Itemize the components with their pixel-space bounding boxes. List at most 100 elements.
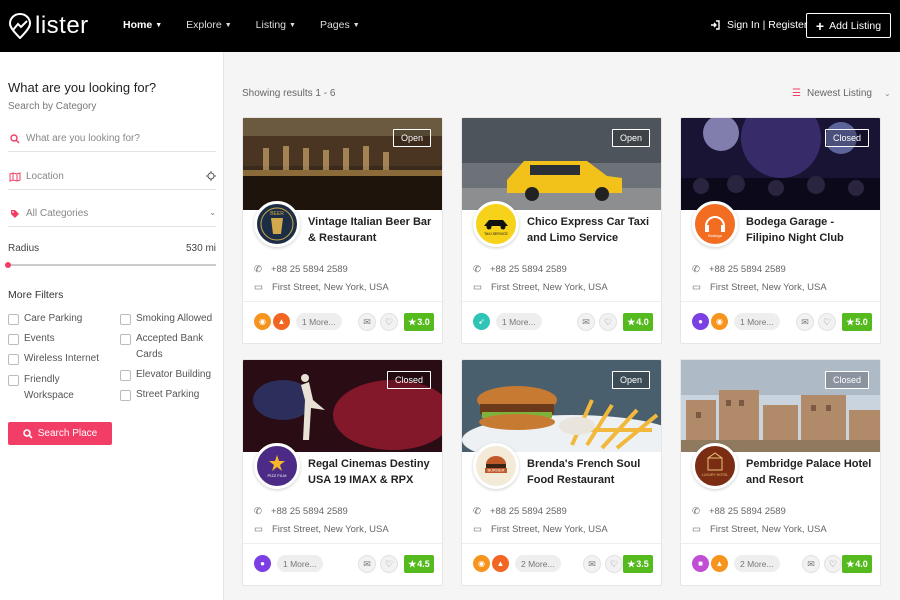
- rating-value: 4.5: [417, 559, 430, 569]
- more-categories-pill[interactable]: 2 More...: [734, 555, 780, 572]
- nav-label: Home: [123, 19, 153, 31]
- more-categories-pill[interactable]: 1 More...: [296, 313, 342, 330]
- phone-text: +88 25 5894 2589: [270, 506, 348, 517]
- listing-card[interactable]: Open BEER Vintage Italian Beer Bar & Res…: [242, 117, 443, 344]
- nav-pages[interactable]: Pages ▼: [320, 19, 360, 31]
- address-text: First Street, New York, USA: [709, 524, 827, 535]
- business-logo: PIZZ FILM: [254, 443, 300, 489]
- checkbox-box[interactable]: [8, 334, 19, 345]
- listing-title[interactable]: Brenda's French Soul Food Restaurant: [527, 456, 657, 488]
- star-icon: ★: [846, 316, 855, 327]
- phone-icon: ✆: [473, 264, 481, 275]
- add-listing-button[interactable]: + Add Listing: [806, 13, 891, 38]
- category-select[interactable]: All Categories ⌄: [8, 201, 216, 227]
- location-input[interactable]: Location: [8, 164, 216, 190]
- thumb-icon[interactable]: ▲: [273, 313, 290, 330]
- listing-title[interactable]: Pembridge Palace Hotel and Resort: [746, 456, 876, 488]
- listing-address: ▭ First Street, New York, USA: [692, 524, 827, 535]
- filter-checkbox[interactable]: Events: [8, 331, 113, 347]
- status-badge: Open: [392, 129, 431, 147]
- card-footer: ■ ▲ 2 More... ✉ ♡ ★ 4.0: [692, 555, 872, 573]
- thumb-icon[interactable]: ▲: [492, 555, 509, 572]
- listing-card[interactable]: Closed Bodega Bodega Garage - Filipino N…: [680, 117, 881, 344]
- slider-handle[interactable]: [5, 262, 11, 268]
- mic-icon[interactable]: ●: [254, 555, 271, 572]
- listing-card[interactable]: Closed LUXURY HOTEL Pembridge Palace Hot…: [680, 359, 881, 586]
- mic-icon[interactable]: ●: [692, 313, 709, 330]
- checkbox-box[interactable]: [120, 390, 131, 401]
- listing-address: ▭ First Street, New York, USA: [473, 524, 608, 535]
- search-place-button[interactable]: Search Place: [8, 422, 112, 445]
- rating-value: 3.0: [417, 317, 430, 327]
- listing-title[interactable]: Chico Express Car Taxi and Limo Service: [527, 214, 657, 246]
- filter-checkbox[interactable]: Friendly Workspace: [8, 372, 93, 404]
- logo-text: BEER: [270, 211, 284, 217]
- mail-icon[interactable]: ✉: [583, 555, 601, 573]
- business-logo: TAXI SERVICE: [473, 201, 519, 247]
- listing-card[interactable]: Open TAXI SERVICE Chico Express Car Taxi…: [461, 117, 662, 344]
- radius-slider[interactable]: [5, 262, 216, 268]
- heart-icon[interactable]: ♡: [380, 313, 398, 331]
- listing-title[interactable]: Vintage Italian Beer Bar & Restaurant: [308, 214, 438, 246]
- signin-label: Sign In | Register: [727, 19, 808, 31]
- mail-icon[interactable]: ✉: [358, 555, 376, 573]
- filter-sidebar: What are you looking for? Search by Cate…: [0, 52, 224, 600]
- phone-text: +88 25 5894 2589: [708, 506, 786, 517]
- cup-icon[interactable]: ◉: [254, 313, 271, 330]
- checkbox-box[interactable]: [8, 375, 19, 386]
- card-divider: [243, 543, 442, 544]
- heart-icon[interactable]: ♡: [380, 555, 398, 573]
- tag-icon: [8, 209, 22, 219]
- filter-checkbox[interactable]: Care Parking: [8, 311, 113, 327]
- crosshair-icon[interactable]: [206, 171, 216, 184]
- mail-icon[interactable]: ✉: [802, 555, 820, 573]
- nav-home[interactable]: Home ▼: [123, 19, 162, 31]
- listing-card[interactable]: Closed PIZZ FILM Regal Cinemas Destiny U…: [242, 359, 443, 586]
- listing-card[interactable]: Open BURGER Brenda's French Soul Food Re…: [461, 359, 662, 586]
- card-divider: [462, 543, 661, 544]
- listing-address: ▭ First Street, New York, USA: [692, 282, 827, 293]
- mail-icon[interactable]: ✉: [358, 313, 376, 331]
- heart-icon[interactable]: ♡: [818, 313, 836, 331]
- more-categories-pill[interactable]: 1 More...: [277, 555, 323, 572]
- filter-checkbox[interactable]: Elevator Building: [120, 367, 220, 383]
- more-filters-heading: More Filters: [8, 289, 64, 301]
- checkbox-box[interactable]: [120, 314, 131, 325]
- chevron-down-icon: ▼: [352, 21, 360, 29]
- sort-dropdown[interactable]: ☰ Newest Listing ⌄: [792, 88, 891, 99]
- more-categories-pill[interactable]: 2 More...: [515, 555, 561, 572]
- signin-link[interactable]: Sign In | Register: [710, 19, 807, 31]
- nav-explore[interactable]: Explore ▼: [186, 19, 232, 31]
- rating-value: 3.5: [636, 559, 649, 569]
- search-input[interactable]: What are you looking for?: [8, 126, 216, 152]
- heart-icon[interactable]: ♡: [599, 313, 617, 331]
- mail-icon[interactable]: ✉: [577, 313, 595, 331]
- filter-checkbox[interactable]: Accepted Bank Cards: [120, 331, 205, 363]
- filter-checkbox[interactable]: Street Parking: [120, 387, 220, 403]
- filter-checkbox[interactable]: Smoking Allowed: [120, 311, 220, 327]
- heart-icon[interactable]: ♡: [605, 555, 623, 573]
- checkbox-box[interactable]: [8, 354, 19, 365]
- rocket-icon[interactable]: ➹: [473, 313, 490, 330]
- card-divider: [681, 543, 880, 544]
- listing-title[interactable]: Regal Cinemas Destiny USA 19 IMAX & RPX: [308, 456, 438, 488]
- filter-checkbox[interactable]: Wireless Internet: [8, 351, 113, 367]
- heart-icon[interactable]: ♡: [824, 555, 842, 573]
- cup-icon[interactable]: ◉: [711, 313, 728, 330]
- rating-badge: ★ 4.0: [623, 313, 653, 331]
- more-categories-pill[interactable]: 1 More...: [496, 313, 542, 330]
- checkbox-box[interactable]: [120, 334, 131, 345]
- thumb-icon[interactable]: ▲: [711, 555, 728, 572]
- site-logo[interactable]: lister: [8, 12, 89, 40]
- address-text: First Street, New York, USA: [709, 282, 827, 293]
- checkbox-box[interactable]: [120, 370, 131, 381]
- listing-title[interactable]: Bodega Garage - Filipino Night Club: [746, 214, 876, 246]
- more-categories-pill[interactable]: 1 More...: [734, 313, 780, 330]
- car-icon[interactable]: ■: [692, 555, 709, 572]
- nav-listing[interactable]: Listing ▼: [256, 19, 296, 31]
- cup-icon[interactable]: ◉: [473, 555, 490, 572]
- listing-phone: ✆ +88 25 5894 2589: [473, 264, 567, 275]
- mail-icon[interactable]: ✉: [796, 313, 814, 331]
- listing-phone: ✆ +88 25 5894 2589: [692, 506, 786, 517]
- checkbox-box[interactable]: [8, 314, 19, 325]
